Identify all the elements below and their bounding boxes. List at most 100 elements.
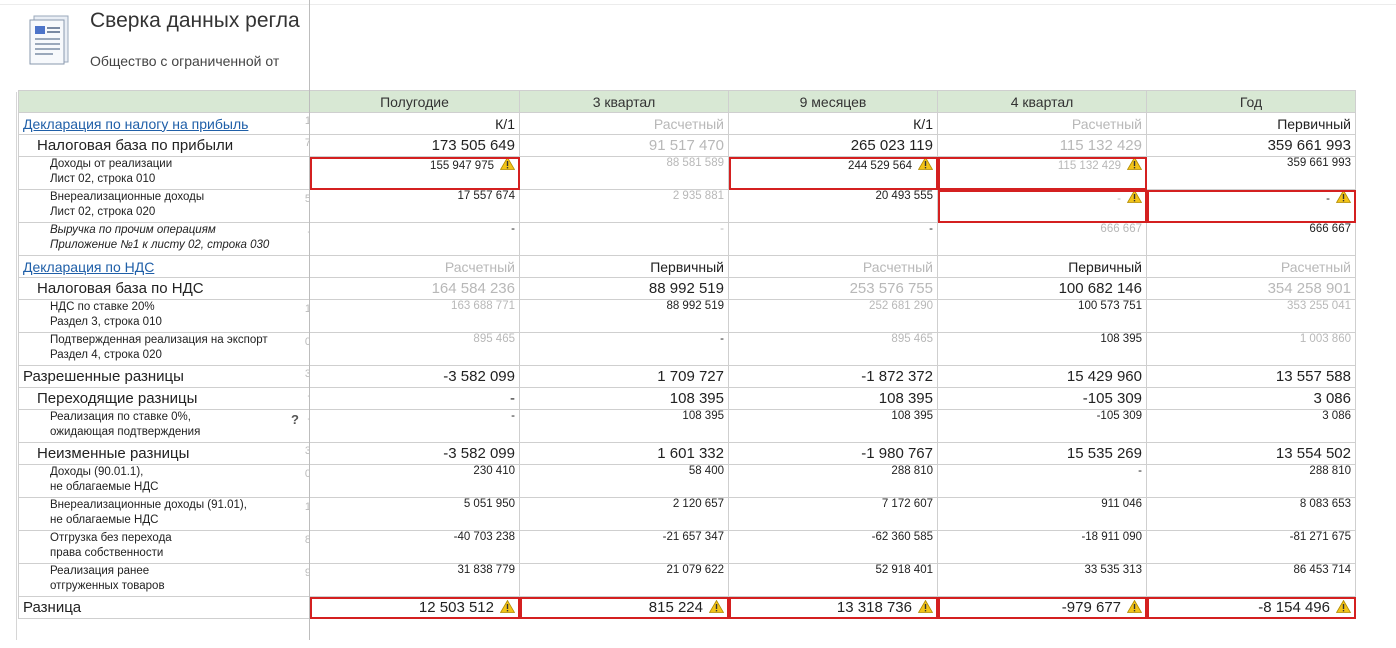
value-cell[interactable]: Расчетный <box>728 255 938 278</box>
value-cell[interactable]: 288 810 <box>1146 464 1356 498</box>
value-cell[interactable]: 253 576 755 <box>728 277 938 300</box>
value-cell[interactable]: -18 911 090 <box>937 530 1147 564</box>
value-cell[interactable]: 52 918 401 <box>728 563 938 597</box>
value-cell[interactable]: 100 682 146 <box>937 277 1147 300</box>
value-cell[interactable]: 163 688 771 <box>309 299 520 333</box>
value-cell[interactable]: 288 810 <box>728 464 938 498</box>
value-cell[interactable]: 230 410 <box>309 464 520 498</box>
value-cell[interactable]: 88 992 519 <box>519 299 729 333</box>
value-cell[interactable]: Расчетный <box>937 112 1147 135</box>
value-cell[interactable]: 2 120 657 <box>519 497 729 531</box>
value-cell[interactable]: 17 557 674 <box>309 189 520 223</box>
value-cell[interactable]: 13 318 736 <box>728 596 938 619</box>
value-cell[interactable]: 666 667 <box>1146 222 1356 256</box>
column-header-year[interactable]: Год <box>1146 90 1356 113</box>
value-cell[interactable]: -1 872 372 <box>728 365 938 388</box>
value-cell[interactable]: 265 023 119 <box>728 134 938 157</box>
value-cell[interactable]: 21 079 622 <box>519 563 729 597</box>
value-cell[interactable]: -3 582 099 <box>309 442 520 465</box>
value-cell[interactable]: 15 429 960 <box>937 365 1147 388</box>
column-header-half-year[interactable]: Полугодие <box>309 90 520 113</box>
value-cell[interactable]: 108 395 <box>519 409 729 443</box>
value-cell[interactable]: 15 535 269 <box>937 442 1147 465</box>
value-cell[interactable]: 108 395 <box>728 409 938 443</box>
value-cell[interactable]: 33 535 313 <box>937 563 1147 597</box>
value-cell[interactable]: 164 584 236 <box>309 277 520 300</box>
value-cell[interactable]: 1 003 860 <box>1146 332 1356 366</box>
value-cell[interactable]: -81 271 675 <box>1146 530 1356 564</box>
value-cell[interactable]: 3 086 <box>1146 409 1356 443</box>
column-header-q4[interactable]: 4 квартал <box>937 90 1147 113</box>
value-cell[interactable]: -40 703 238 <box>309 530 520 564</box>
value-cell[interactable]: 359 661 993 <box>1146 134 1356 157</box>
value-cell[interactable]: Расчетный <box>1146 255 1356 278</box>
value-cell[interactable]: 12 503 512 <box>309 596 520 619</box>
value-cell[interactable]: 108 395 <box>728 387 938 410</box>
value-cell[interactable]: К/1 <box>728 112 938 135</box>
value-cell[interactable]: 108 395 <box>519 387 729 410</box>
value-cell[interactable]: 244 529 564 <box>728 156 938 190</box>
value-cell[interactable]: -1 980 767 <box>728 442 938 465</box>
value-cell[interactable]: -3 582 099 <box>309 365 520 388</box>
value-cell[interactable]: - <box>519 332 729 366</box>
value-cell[interactable]: - <box>309 409 520 443</box>
help-question-icon[interactable]: ? <box>291 412 299 427</box>
declaration-link[interactable]: Декларация по НДС <box>23 259 154 275</box>
value-cell[interactable]: Расчетный <box>309 255 520 278</box>
value-cell[interactable]: 88 581 589 <box>519 156 729 190</box>
value-cell[interactable]: 58 400 <box>519 464 729 498</box>
row-label[interactable]: Декларация по НДСl <box>18 255 310 278</box>
value-cell[interactable]: -105 309 <box>937 387 1147 410</box>
value-cell[interactable]: 115 132 429 <box>937 134 1147 157</box>
value-cell[interactable]: -105 309 <box>937 409 1147 443</box>
value-cell[interactable]: 815 224 <box>519 596 729 619</box>
value-cell[interactable]: 354 258 901 <box>1146 277 1356 300</box>
value-cell[interactable]: 13 554 502 <box>1146 442 1356 465</box>
value-cell[interactable]: -979 677 <box>937 596 1147 619</box>
value-cell[interactable]: 7 172 607 <box>728 497 938 531</box>
value-cell[interactable]: 91 517 470 <box>519 134 729 157</box>
value-cell[interactable]: 252 681 290 <box>728 299 938 333</box>
value-cell[interactable]: -62 360 585 <box>728 530 938 564</box>
value-cell[interactable]: - <box>937 464 1147 498</box>
row-label[interactable]: Декларация по налогу на прибыль1 <box>18 112 310 135</box>
value-cell[interactable]: - <box>309 222 520 256</box>
value-cell[interactable]: - <box>309 387 520 410</box>
value-cell[interactable]: - <box>728 222 938 256</box>
value-cell[interactable]: -21 657 347 <box>519 530 729 564</box>
value-cell[interactable]: 13 557 588 <box>1146 365 1356 388</box>
value-cell[interactable]: 8 083 653 <box>1146 497 1356 531</box>
value-cell[interactable]: 173 505 649 <box>309 134 520 157</box>
value-cell[interactable]: 20 493 555 <box>728 189 938 223</box>
value-cell[interactable]: 5 051 950 <box>309 497 520 531</box>
value-cell[interactable]: 666 667 <box>937 222 1147 256</box>
value-cell[interactable]: 353 255 041 <box>1146 299 1356 333</box>
value-cell[interactable]: - <box>519 222 729 256</box>
value-cell[interactable]: Расчетный <box>519 112 729 135</box>
declaration-link[interactable]: Декларация по налогу на прибыль <box>23 116 248 132</box>
value-cell[interactable]: 86 453 714 <box>1146 563 1356 597</box>
value-cell[interactable]: 155 947 975 <box>309 156 520 190</box>
column-header-9-months[interactable]: 9 месяцев <box>728 90 938 113</box>
value-cell[interactable]: Первичный <box>1146 112 1356 135</box>
value-cell[interactable]: 100 573 751 <box>937 299 1147 333</box>
value-cell[interactable]: 88 992 519 <box>519 277 729 300</box>
value-cell[interactable]: 911 046 <box>937 497 1147 531</box>
value-cell[interactable]: 3 086 <box>1146 387 1356 410</box>
value-cell[interactable]: - <box>1146 189 1356 223</box>
value-cell[interactable]: К/1 <box>309 112 520 135</box>
value-cell[interactable]: 1 601 332 <box>519 442 729 465</box>
value-cell[interactable]: 1 709 727 <box>519 365 729 388</box>
value-cell[interactable]: - <box>937 189 1147 223</box>
value-cell[interactable]: Первичный <box>937 255 1147 278</box>
value-cell[interactable]: 895 465 <box>728 332 938 366</box>
column-header-q3[interactable]: 3 квартал <box>519 90 729 113</box>
value-cell[interactable]: 895 465 <box>309 332 520 366</box>
value-cell[interactable]: Первичный <box>519 255 729 278</box>
value-cell[interactable]: 108 395 <box>937 332 1147 366</box>
value-cell[interactable]: 31 838 779 <box>309 563 520 597</box>
value-cell[interactable]: 2 935 881 <box>519 189 729 223</box>
value-cell[interactable]: -8 154 496 <box>1146 596 1356 619</box>
value-cell[interactable]: 115 132 429 <box>937 156 1147 190</box>
panel-splitter[interactable] <box>309 0 310 640</box>
